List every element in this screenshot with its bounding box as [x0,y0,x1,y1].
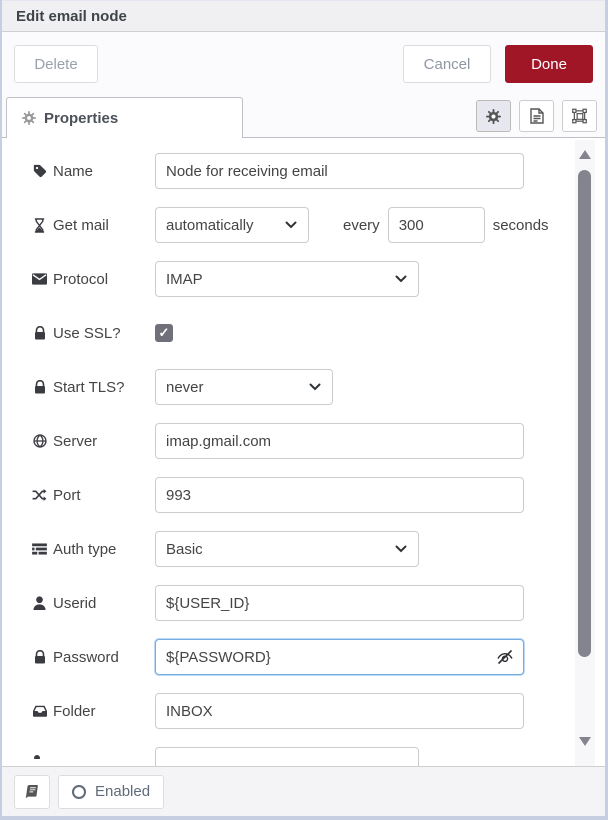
edit-email-node-dialog: Edit email node Delete Cancel Done Prope… [2,0,605,816]
appearance-tool-button[interactable] [562,100,597,132]
auth-type-value: Basic [166,541,393,558]
eye-slash-icon[interactable] [495,648,515,666]
folder-input[interactable] [155,693,524,729]
chevron-down-icon [393,542,408,557]
use-ssl-label: Use SSL? [53,325,121,342]
name-input[interactable] [155,153,524,189]
lock-icon [32,380,47,395]
globe-icon [32,434,47,449]
port-label: Port [53,487,81,504]
frame-icon [572,109,587,124]
auth-type-label: Auth type [53,541,116,558]
password-input[interactable] [155,639,524,675]
userid-input[interactable] [155,585,524,621]
delete-button[interactable]: Delete [14,45,98,83]
tab-toolbar [476,100,597,132]
file-text-icon [529,109,544,124]
get-mail-select[interactable]: automatically [155,207,309,243]
protocol-select[interactable]: IMAP [155,261,419,297]
form-row-userid: Userid [32,585,605,621]
server-label: Server [53,433,97,450]
auth-type-select[interactable]: Basic [155,531,419,567]
scroll-down-icon[interactable] [579,737,591,746]
start-tls-select[interactable]: never [155,369,333,405]
seconds-label: seconds [493,217,549,234]
description-tool-button[interactable] [519,100,554,132]
password-label: Password [53,649,119,666]
scrollbar[interactable] [575,140,595,766]
tab-properties-label: Properties [44,110,118,127]
gear-icon [486,109,501,124]
checkmark-icon: ✓ [159,325,170,341]
clipped-input[interactable] [155,747,419,766]
start-tls-label: Start TLS? [53,379,124,396]
port-input[interactable] [155,477,524,513]
cancel-button[interactable]: Cancel [403,45,491,83]
scroll-up-icon[interactable] [579,150,591,159]
protocol-value: IMAP [166,271,393,288]
form-row-server: Server [32,423,605,459]
page-title: Edit email node [16,8,127,25]
get-mail-label: Get mail [53,217,109,234]
start-tls-value: never [166,379,307,396]
dialog-header: Edit email node [2,1,605,32]
userid-label: Userid [53,595,96,612]
every-label: every [343,217,380,234]
enabled-label: Enabled [95,783,150,800]
form-row-start-tls: Start TLS? never [32,369,605,405]
form-row-folder: Folder [32,693,605,729]
properties-tool-button[interactable] [476,100,511,132]
enabled-toggle-button[interactable]: Enabled [58,775,164,809]
protocol-label: Protocol [53,271,108,288]
book-icon [25,784,40,799]
lock-icon [32,650,47,665]
dialog-footer: Enabled [2,766,605,816]
action-bar: Delete Cancel Done [2,32,605,96]
name-label: Name [53,163,93,180]
circle-icon [72,785,86,799]
folder-label: Folder [53,703,96,720]
scrollbar-thumb[interactable] [578,170,591,657]
form-row-name: Name [32,153,605,189]
chevron-down-icon [283,218,298,233]
form-row-use-ssl: Use SSL? ✓ [32,315,605,351]
docs-button[interactable] [14,775,50,809]
tasks-icon [32,542,47,557]
form-row-password: Password [32,639,605,675]
interval-input[interactable] [388,207,485,243]
password-field [155,639,524,675]
form-row-protocol: Protocol IMAP [32,261,605,297]
use-ssl-checkbox[interactable]: ✓ [155,324,173,342]
hourglass-icon [32,218,47,233]
gear-icon [21,111,36,126]
envelope-icon [32,272,47,287]
clipped-row-icon [32,751,40,759]
form-row-clipped [155,747,419,766]
form-row-get-mail: Get mail automatically every seconds [32,207,605,243]
chevron-down-icon [307,380,322,395]
form-row-auth-type: Auth type Basic [32,531,605,567]
properties-form: Name Get mail automatically every second… [2,138,605,766]
get-mail-value: automatically [166,217,283,234]
done-button[interactable]: Done [505,45,593,83]
chevron-down-icon [393,272,408,287]
tab-bar: Properties [2,96,605,138]
shuffle-icon [32,488,47,503]
user-icon [32,596,47,611]
form-row-port: Port [32,477,605,513]
lock-icon [32,326,47,341]
tab-properties[interactable]: Properties [6,97,243,138]
inbox-icon [32,704,47,719]
tag-icon [32,164,47,179]
server-input[interactable] [155,423,524,459]
